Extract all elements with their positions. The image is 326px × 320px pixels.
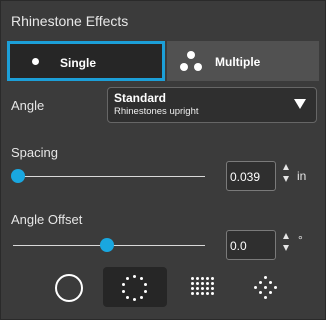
spacing-increment-icon[interactable] [283,164,289,170]
multiple-dots-icon [179,51,205,73]
single-mode-label: Single [60,56,97,70]
shape-dotted-circle-button[interactable] [103,267,167,307]
angle-dropdown-value: Standard [114,91,167,105]
multiple-mode-label: Multiple [215,55,261,69]
single-mode-button[interactable]: Single [7,41,165,81]
shape-options [45,267,295,307]
angle-offset-stepper[interactable] [282,233,290,255]
empty-circle-icon [55,274,83,302]
angle-offset-label: Angle Offset [11,212,83,227]
shape-dot-diamond-button[interactable] [235,267,299,307]
angle-offset-unit: ° [298,233,303,247]
angle-label: Angle [11,98,45,113]
angle-offset-input[interactable]: 0.0 [226,230,276,260]
spacing-stepper[interactable] [282,164,290,186]
multiple-mode-button[interactable]: Multiple [167,41,319,81]
spacing-slider-track[interactable] [13,176,205,177]
rhinestone-effects-panel: Rhinestone Effects Single Multiple Angle… [0,0,326,320]
spacing-label: Spacing [11,145,58,160]
shape-dot-grid-button[interactable] [173,267,237,307]
chevron-down-icon [294,99,306,109]
angle-offset-slider-thumb[interactable] [100,238,114,252]
angle-dropdown-subtitle: Rhinestones upright [114,106,199,117]
single-dot-icon [32,58,39,65]
spacing-input[interactable]: 0.039 [226,161,276,191]
angle-offset-decrement-icon[interactable] [283,245,289,251]
spacing-unit: in [297,169,307,183]
mode-toggle: Single Multiple [7,41,319,81]
spacing-slider-thumb[interactable] [11,169,25,183]
panel-title: Rhinestone Effects [11,13,129,29]
angle-dropdown[interactable]: Standard Rhinestones upright [107,87,317,123]
spacing-decrement-icon[interactable] [283,176,289,182]
angle-offset-increment-icon[interactable] [283,233,289,239]
shape-empty-circle-button[interactable] [45,267,109,307]
